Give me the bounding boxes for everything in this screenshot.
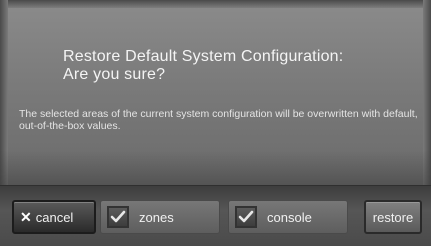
dialog-bottom-shade: [0, 150, 431, 190]
dialog-title: Restore Default System Configuration: Ar…: [63, 48, 408, 84]
dialog-title-line-1: Restore Default System Configuration:: [63, 48, 344, 65]
dialog-title-line-2: Are you sure?: [63, 66, 166, 83]
console-checkbox[interactable]: [235, 206, 257, 228]
console-toggle[interactable]: console: [228, 200, 348, 234]
restore-button[interactable]: restore: [364, 200, 422, 234]
checkmark-icon: [110, 210, 126, 223]
dialog-message: The selected areas of the current system…: [19, 108, 418, 132]
zones-checkbox[interactable]: [107, 206, 129, 228]
zones-toggle[interactable]: zones: [100, 200, 220, 234]
restore-button-label: restore: [372, 209, 414, 225]
action-toolbar: ✕ cancel zones console restore: [0, 185, 431, 246]
restore-defaults-screen: Restore Default System Configuration: Ar…: [0, 0, 431, 246]
frame-top: [0, 0, 431, 8]
cancel-button-label: cancel: [35, 209, 74, 225]
console-label: console: [267, 209, 312, 225]
cancel-button[interactable]: ✕ cancel: [12, 200, 96, 234]
close-icon: ✕: [20, 208, 32, 225]
checkmark-icon: [238, 210, 254, 223]
zones-label: zones: [139, 209, 174, 225]
